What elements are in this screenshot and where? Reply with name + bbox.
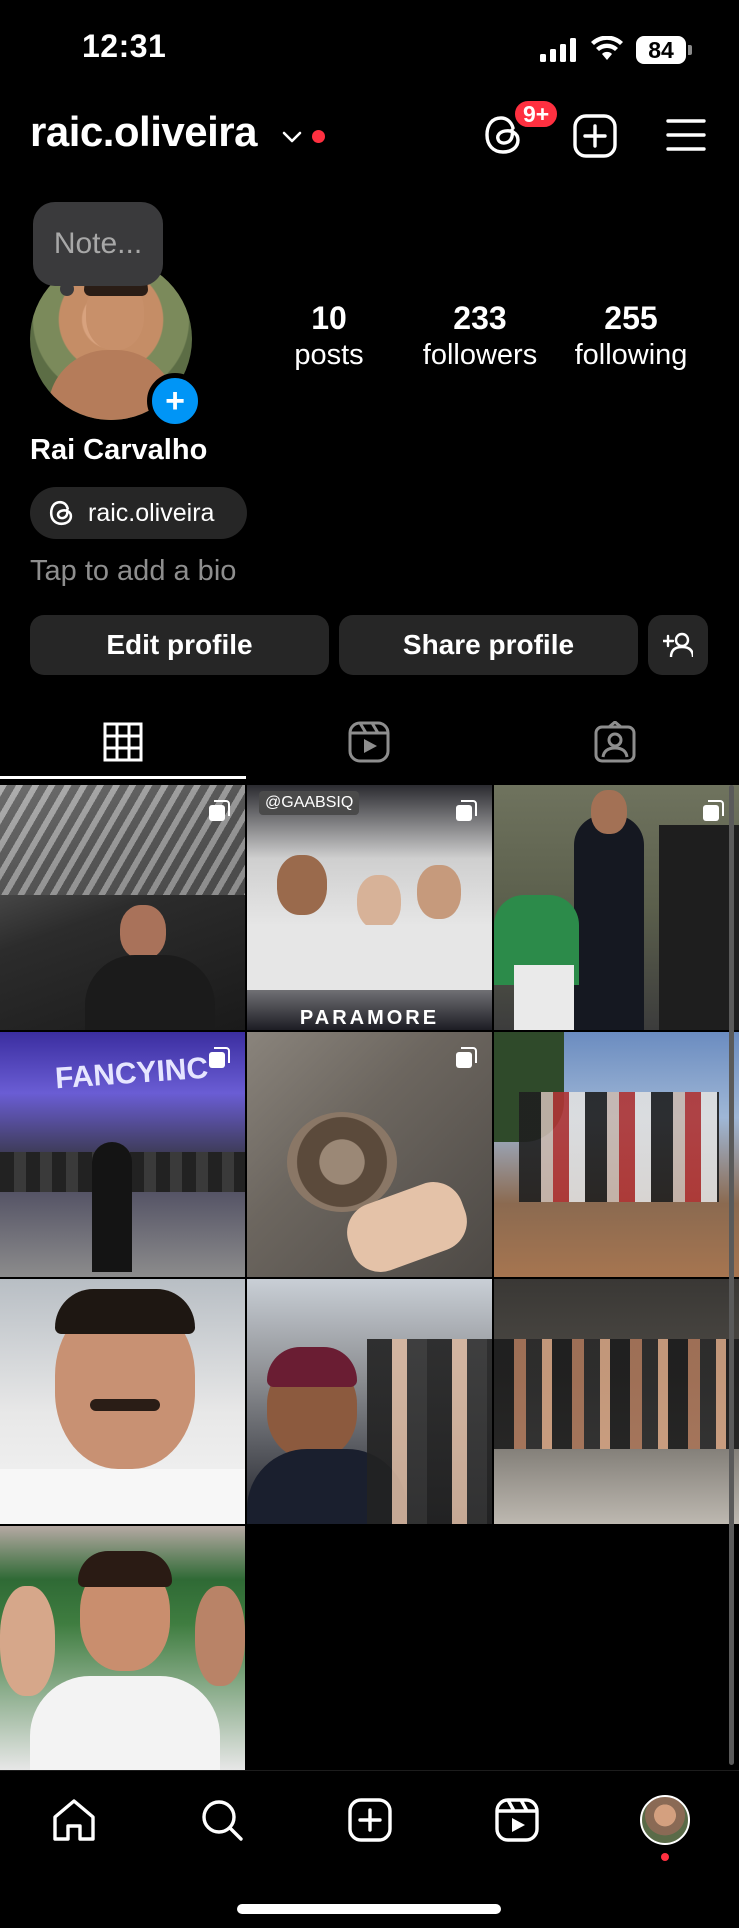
threads-notification-badge: 9+ (512, 98, 561, 130)
multi-photo-icon (209, 1047, 230, 1068)
scrollbar[interactable] (729, 785, 734, 1765)
menu-icon[interactable] (666, 118, 706, 152)
create-post-icon[interactable] (573, 114, 617, 158)
home-indicator (237, 1904, 501, 1914)
create-icon (348, 1798, 392, 1842)
nav-profile[interactable] (635, 1790, 695, 1850)
edit-profile-button[interactable]: Edit profile (30, 615, 329, 675)
nav-create[interactable] (340, 1790, 400, 1850)
stat-following-value: 255 (604, 300, 658, 336)
stat-followers-label: followers (422, 339, 538, 371)
wifi-icon (590, 36, 624, 62)
multi-photo-icon (456, 1047, 477, 1068)
multi-photo-icon (703, 800, 724, 821)
stat-posts[interactable]: 10 posts (254, 300, 404, 372)
note-bubble[interactable]: Note... (33, 202, 163, 286)
signal-icon (540, 38, 578, 62)
reels-icon (495, 1798, 539, 1842)
nav-home[interactable] (44, 1790, 104, 1850)
tab-tagged[interactable] (492, 712, 738, 772)
post-thumbnail-10[interactable] (0, 1526, 245, 1770)
status-time: 12:31 (82, 28, 167, 64)
stage-sign: FANCYINC (54, 1051, 210, 1096)
stat-posts-label: posts (294, 339, 364, 371)
post-thumbnail-5[interactable] (247, 1032, 492, 1277)
post-caption-text: PARAMORE (299, 1007, 440, 1029)
bio-placeholder[interactable]: Tap to add a bio (30, 555, 236, 588)
multi-photo-icon (209, 800, 230, 821)
post-thumbnail-6[interactable] (494, 1032, 739, 1277)
multi-photo-icon (456, 800, 477, 821)
threads-profile-chip[interactable]: raic.oliveira (30, 487, 247, 539)
chevron-down-icon[interactable] (282, 130, 302, 144)
stat-followers-value: 233 (453, 300, 507, 336)
battery-cap (688, 45, 692, 55)
post-thumbnail-9[interactable] (494, 1279, 739, 1524)
post-thumbnail-1[interactable] (0, 785, 245, 1030)
profile-activity-dot (661, 1853, 669, 1861)
home-icon (53, 1799, 95, 1841)
stat-posts-value: 10 (311, 300, 347, 336)
profile-full-name: Rai Carvalho (30, 434, 208, 466)
grid-icon (103, 722, 143, 762)
post-watermark: @GAABSIQ (259, 791, 360, 815)
profile-avatar-small (640, 1795, 690, 1845)
active-tab-indicator (0, 776, 246, 779)
tab-posts-grid[interactable] (0, 712, 246, 772)
post-thumbnail-3[interactable] (494, 785, 739, 1030)
post-thumbnail-2[interactable]: @GAABSIQ PARAMORE (247, 785, 492, 1030)
unread-dot (312, 130, 325, 143)
nav-reels[interactable] (487, 1790, 547, 1850)
reels-icon (348, 721, 390, 763)
tab-reels[interactable] (246, 712, 492, 772)
stat-following-label: following (574, 339, 688, 371)
add-person-icon (663, 632, 693, 658)
post-thumbnail-8[interactable] (247, 1279, 492, 1524)
discover-people-button[interactable] (648, 615, 708, 675)
search-icon (202, 1800, 243, 1841)
note-tail (60, 282, 74, 296)
post-thumbnail-4[interactable]: FANCYINC (0, 1032, 245, 1277)
threads-chip-icon (48, 498, 76, 528)
share-profile-button[interactable]: Share profile (339, 615, 638, 675)
profile-username[interactable]: raic.oliveira (30, 108, 257, 156)
stat-following[interactable]: 255 following (556, 300, 706, 372)
tagged-icon (594, 721, 636, 763)
add-story-button[interactable]: + (147, 373, 203, 429)
post-thumbnail-7[interactable] (0, 1279, 245, 1524)
nav-search[interactable] (192, 1790, 252, 1850)
battery-indicator: 84 (636, 36, 686, 64)
stat-followers[interactable]: 233 followers (405, 300, 555, 372)
threads-chip-handle: raic.oliveira (88, 498, 215, 527)
